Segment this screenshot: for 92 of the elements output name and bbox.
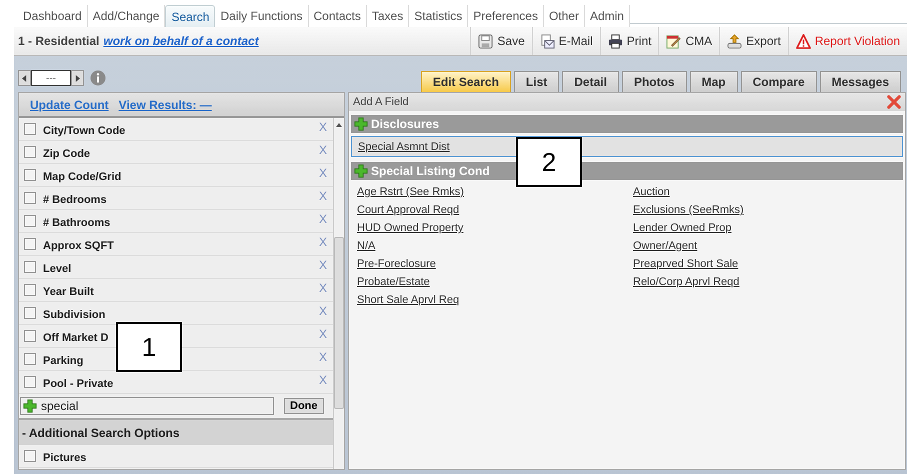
checkbox[interactable] <box>24 192 36 204</box>
field-option-link[interactable]: Lender Owned Prop <box>633 222 732 234</box>
nav-tab[interactable]: Dashboard <box>18 5 88 27</box>
field-option-link[interactable]: Age Rstrt (See Rmks) <box>357 186 464 198</box>
nav-tab[interactable]: Statistics <box>409 5 468 27</box>
field-option-link[interactable]: Short Sale Aprvl Req <box>357 294 460 306</box>
checkbox[interactable] <box>24 353 36 365</box>
plus-icon <box>23 399 37 413</box>
checkbox[interactable] <box>24 330 36 342</box>
field-label: Subdivision <box>43 308 106 320</box>
toolbar-button[interactable]: CMA <box>658 27 720 55</box>
checkbox[interactable] <box>24 307 36 319</box>
left-triangle-icon <box>22 74 27 82</box>
panel-title: Add A Field <box>353 96 409 108</box>
group-title: Special Listing Cond <box>371 164 490 178</box>
field-option-link[interactable]: Probate/Estate <box>357 276 430 288</box>
right-triangle-icon <box>75 74 80 82</box>
field-label: Map Code/Grid <box>43 170 122 182</box>
field-label: Approx SQFT <box>43 238 115 252</box>
field-option-link[interactable]: N/A <box>357 240 376 252</box>
printer-icon <box>608 34 623 48</box>
contact-link[interactable]: work on behalf of a contact <box>103 34 259 48</box>
view-tab[interactable]: List <box>514 71 560 92</box>
add-field-input[interactable]: special <box>20 397 274 415</box>
field-option-link[interactable]: Pre-Foreclosure <box>357 258 436 270</box>
nav-tab[interactable]: Preferences <box>468 5 544 27</box>
checkbox[interactable] <box>24 169 36 181</box>
previous-button[interactable] <box>18 70 31 86</box>
view-tab[interactable]: Detail <box>562 71 619 92</box>
checkbox[interactable] <box>24 146 36 158</box>
nav-tab[interactable]: Add/Change <box>88 5 166 27</box>
nav-tab[interactable]: Other <box>544 5 585 27</box>
callout-label: 2 <box>516 137 582 187</box>
warning-icon <box>796 34 811 48</box>
field-label: City/Town Code <box>43 124 126 136</box>
next-button[interactable] <box>71 70 84 86</box>
nav-tab[interactable]: Contacts <box>308 5 367 27</box>
field-option-link[interactable]: Special Asmnt Dist <box>358 140 450 152</box>
view-tab[interactable]: Photos <box>622 71 687 92</box>
tray-upload-icon <box>727 34 742 48</box>
field-option-link[interactable]: Court Approval Reqd <box>357 204 460 216</box>
scroll-up-icon[interactable] <box>336 123 342 127</box>
field-label: Off Market D <box>43 330 110 344</box>
checkbox[interactable] <box>24 284 36 296</box>
field-option-link[interactable]: Relo/Corp Aprvl Reqd <box>633 276 740 288</box>
toolbar-button[interactable]: Export <box>719 27 788 55</box>
group-title: Disclosures <box>371 117 440 131</box>
field-option-link[interactable]: Exclusions (SeeRmks) <box>633 204 744 216</box>
field-label: Zip Code <box>43 146 92 160</box>
checkbox[interactable] <box>24 238 36 250</box>
record-field[interactable]: --- <box>31 70 71 86</box>
toolbar-button[interactable]: Save <box>470 27 532 55</box>
view-tab[interactable]: Compare <box>740 71 817 92</box>
checkbox[interactable] <box>24 376 36 388</box>
nav-tab[interactable]: Search <box>165 5 216 27</box>
scrollbar[interactable] <box>333 118 344 469</box>
field-option-link[interactable]: Preaprved Short Sale <box>633 258 738 270</box>
done-button[interactable]: Done <box>284 398 324 414</box>
notepad-pencil-icon <box>666 34 682 48</box>
field-label: Pool - Private <box>43 376 114 390</box>
plus-icon <box>354 117 368 131</box>
panel-link[interactable]: Update Count <box>30 98 109 112</box>
checkbox[interactable] <box>24 215 36 227</box>
view-tab[interactable]: Edit Search <box>420 71 511 92</box>
checkbox[interactable] <box>24 123 36 135</box>
close-icon[interactable] <box>887 95 901 109</box>
field-label: Pictures <box>43 450 88 464</box>
envelope-icon <box>540 34 555 48</box>
toolbar-button[interactable]: E-Mail <box>532 27 600 55</box>
field-option-link[interactable]: Owner/Agent <box>633 240 698 252</box>
nav-tab[interactable]: Taxes <box>366 5 410 27</box>
field-option-link[interactable]: HUD Owned Property <box>357 222 464 234</box>
field-option-link[interactable]: Auction <box>633 186 670 198</box>
page-title: 1 - Residential <box>18 34 100 48</box>
checkbox[interactable] <box>24 261 36 273</box>
field-label: Parking <box>43 354 84 366</box>
field-label: Level <box>43 262 72 274</box>
field-label: # Bedrooms <box>43 192 108 206</box>
toolbar-button[interactable]: Report Violation <box>788 27 907 55</box>
info-icon[interactable] <box>90 70 106 86</box>
callout-label: 1 <box>116 322 182 372</box>
plus-icon <box>354 164 368 178</box>
nav-tab[interactable]: Admin <box>584 5 630 27</box>
panel-link[interactable]: View Results: — <box>118 98 212 112</box>
view-tab[interactable]: Messages <box>820 71 901 92</box>
field-label: # Bathrooms <box>43 216 112 228</box>
section-header[interactable]: - Additional Search Options <box>19 418 333 445</box>
toolbar-button[interactable]: Print <box>600 27 658 55</box>
view-tab[interactable]: Map <box>690 71 738 92</box>
checkbox[interactable] <box>24 450 36 462</box>
field-label: Year Built <box>43 284 95 298</box>
nav-tab[interactable]: Daily Functions <box>215 5 309 27</box>
